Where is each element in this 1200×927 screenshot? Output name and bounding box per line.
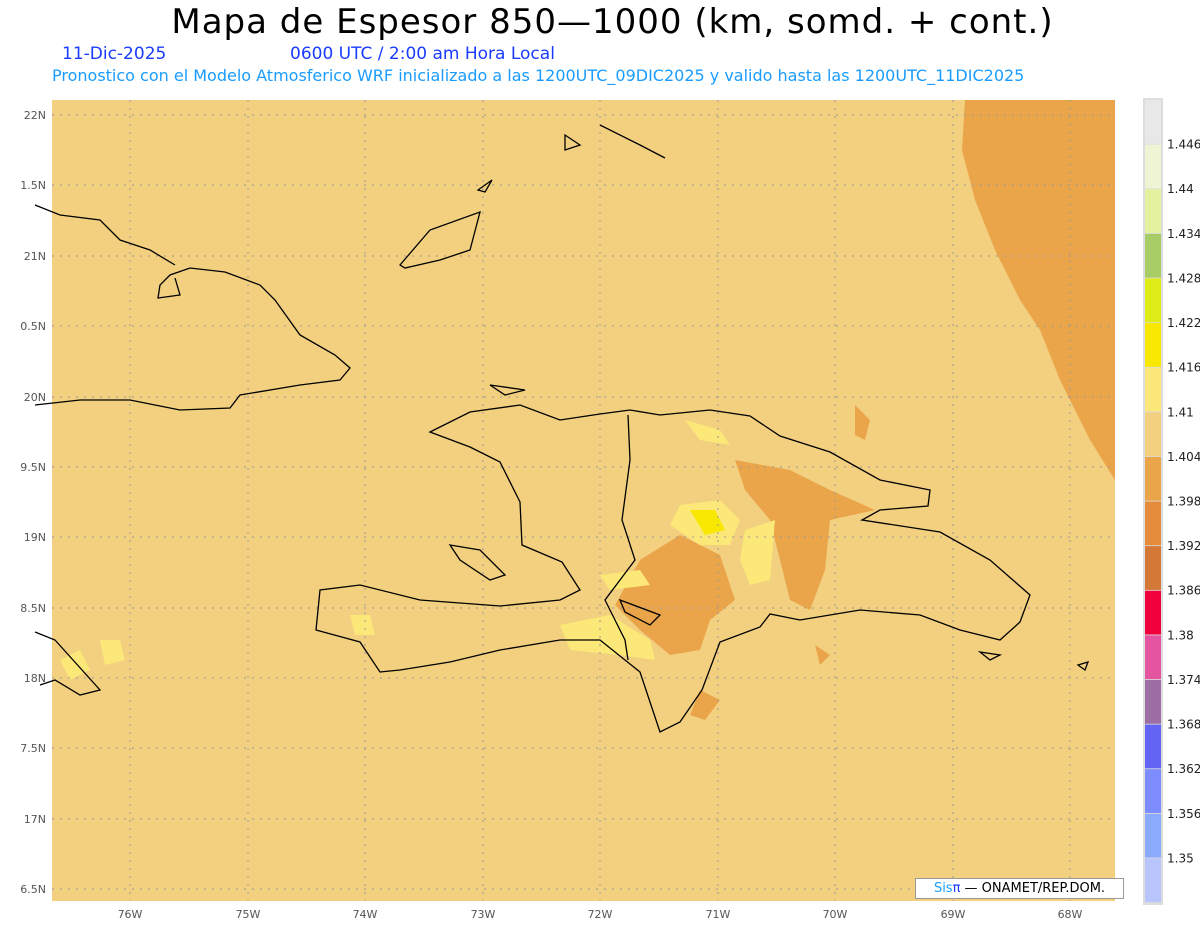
- map-background: [52, 100, 1115, 901]
- thickness-map: 76W 75W 74W 73W 72W 71W 70W 69W 68W 22N …: [20, 98, 1200, 921]
- lat-label: 6.5N: [20, 883, 46, 896]
- colorbar-label: 1.416: [1167, 361, 1200, 375]
- lat-label: 20N: [24, 391, 46, 404]
- lon-label: 68W: [1058, 908, 1083, 921]
- lon-label: 69W: [941, 908, 966, 921]
- colorbar-swatch: [1145, 144, 1161, 189]
- longitude-labels: 76W 75W 74W 73W 72W 71W 70W 69W 68W: [118, 908, 1083, 921]
- lat-label: 9.5N: [20, 461, 46, 474]
- colorbar-swatch: [1145, 635, 1161, 680]
- colorbar-label: 1.38: [1167, 628, 1194, 642]
- colorbar: 1.446 1.44 1.434 1.428 1.422 1.416 1.41 1.404 1.…: [1143, 98, 1200, 905]
- colorbar-swatch: [1145, 724, 1161, 769]
- colorbar-swatch: [1145, 367, 1161, 412]
- colorbar-swatch: [1145, 501, 1161, 546]
- colorbar-swatch: [1145, 323, 1161, 367]
- colorbar-swatch: [1145, 278, 1161, 323]
- lon-label: 71W: [706, 908, 731, 921]
- colorbar-label: 1.44: [1167, 182, 1194, 196]
- colorbar-swatch: [1145, 590, 1161, 635]
- colorbar-swatch: [1145, 100, 1161, 144]
- colorbar-label: 1.362: [1167, 762, 1200, 776]
- colorbar-label: 1.386: [1167, 584, 1200, 598]
- colorbar-swatch: [1145, 189, 1161, 234]
- colorbar-label: 1.374: [1167, 673, 1200, 687]
- colorbar-swatch: [1145, 858, 1161, 903]
- colorbar-label: 1.422: [1167, 316, 1200, 330]
- colorbar-label: 1.41: [1167, 405, 1194, 419]
- colorbar-label: 1.398: [1167, 495, 1200, 509]
- colorbar-label: 1.428: [1167, 271, 1200, 285]
- colorbar-swatch: [1145, 233, 1161, 278]
- lat-label: 21N: [24, 250, 46, 263]
- colorbar-label: 1.392: [1167, 539, 1200, 553]
- lon-label: 73W: [471, 908, 496, 921]
- lat-label: 7.5N: [20, 742, 46, 755]
- lat-label: 0.5N: [20, 320, 46, 333]
- colorbar-swatch: [1145, 546, 1161, 590]
- credit-text: — ONAMET/REP.DOM.: [960, 881, 1106, 896]
- colorbar-swatch: [1145, 456, 1161, 501]
- lat-label: 22N: [24, 109, 46, 122]
- lon-label: 74W: [353, 908, 378, 921]
- colorbar-label: 1.35: [1167, 851, 1194, 865]
- lon-label: 70W: [823, 908, 848, 921]
- lat-label: 19N: [24, 531, 46, 544]
- lon-label: 72W: [588, 908, 613, 921]
- colorbar-label: 1.434: [1167, 227, 1200, 241]
- colorbar-swatch: [1145, 679, 1161, 724]
- latitude-labels: 22N 1.5N 21N 0.5N 20N 9.5N 19N 8.5N 18N …: [20, 109, 46, 896]
- lat-label: 8.5N: [20, 602, 46, 615]
- credit-box: Sisπ — ONAMET/REP.DOM.: [915, 878, 1124, 899]
- lon-label: 75W: [236, 908, 261, 921]
- credit-brand: Sis: [933, 881, 953, 896]
- colorbar-swatch: [1145, 769, 1161, 813]
- lat-label: 18N: [24, 672, 46, 685]
- colorbar-label: 1.446: [1167, 138, 1200, 152]
- colorbar-label: 1.368: [1167, 718, 1200, 732]
- colorbar-label: 1.356: [1167, 807, 1200, 821]
- lat-label: 1.5N: [20, 179, 46, 192]
- lat-label: 17N: [24, 813, 46, 826]
- lon-label: 76W: [118, 908, 143, 921]
- colorbar-swatch: [1145, 412, 1161, 457]
- colorbar-swatch: [1145, 813, 1161, 858]
- colorbar-label: 1.404: [1167, 450, 1200, 464]
